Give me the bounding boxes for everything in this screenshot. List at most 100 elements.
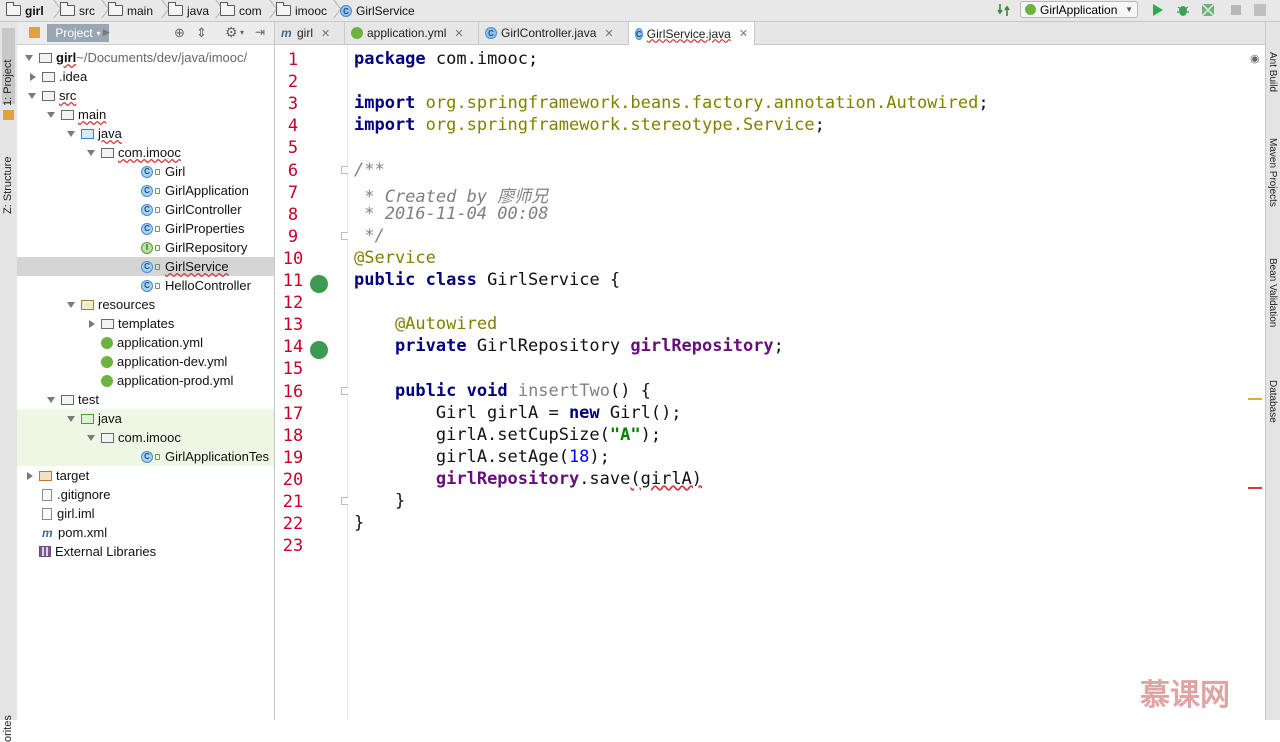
expand-down-icon[interactable] <box>28 92 36 99</box>
close-icon[interactable]: ✕ <box>739 27 748 40</box>
run-icon[interactable] <box>1150 2 1166 18</box>
expand-right-icon[interactable] <box>27 471 33 480</box>
stop-icon[interactable] <box>1228 2 1244 18</box>
code-line[interactable]: package com.imooc; <box>354 49 538 69</box>
breadcrumb-girlservice[interactable]: C GirlService <box>340 1 415 20</box>
tree-item[interactable]: application-prod.yml <box>17 371 274 390</box>
tree-item[interactable]: templates <box>17 314 274 333</box>
spring-autowired-icon[interactable] <box>310 341 328 359</box>
tab-girlcontroller[interactable]: C GirlController.java ✕ <box>479 22 629 44</box>
code-line[interactable]: private GirlRepository girlRepository; <box>354 336 784 356</box>
tree-item[interactable]: java <box>17 409 274 428</box>
run-configuration-select[interactable]: GirlApplication ▼ <box>1020 1 1138 18</box>
code-line[interactable]: import org.springframework.beans.factory… <box>354 93 989 113</box>
tab-girlservice[interactable]: C GirlService.java ✕ <box>629 22 755 45</box>
tree-item[interactable]: resources <box>17 295 274 314</box>
tree-item[interactable]: C GirlProperties <box>17 219 274 238</box>
code-line[interactable]: girlRepository.save(girlA) <box>354 469 702 489</box>
tree-item-label: target <box>56 468 90 483</box>
scroll-from-source-icon[interactable]: ⊕ <box>174 25 185 41</box>
tree-item-label: application-dev.yml <box>117 354 228 369</box>
expand-down-icon[interactable] <box>47 111 55 118</box>
spring-bean-icon[interactable] <box>310 275 328 293</box>
code-line[interactable]: @Autowired <box>354 314 497 334</box>
tree-item[interactable]: I GirlRepository <box>17 238 274 257</box>
tree-item[interactable]: main <box>17 105 274 124</box>
breadcrumb-imooc[interactable]: imooc <box>276 1 327 20</box>
expand-down-icon[interactable] <box>47 396 55 403</box>
tree-item[interactable]: application.yml <box>17 333 274 352</box>
tab-girl[interactable]: m girl ✕ <box>275 22 345 44</box>
code-line[interactable]: girlA.setCupSize("A"); <box>354 425 661 445</box>
code-line[interactable]: public void insertTwo() { <box>354 381 651 401</box>
tree-item[interactable]: .gitignore <box>17 485 274 504</box>
breadcrumb-com[interactable]: com <box>220 1 262 20</box>
tree-item[interactable]: C GirlApplication <box>17 181 274 200</box>
error-marker[interactable] <box>1248 487 1262 489</box>
coverage-icon[interactable] <box>1200 2 1216 18</box>
tree-item[interactable]: application-dev.yml <box>17 352 274 371</box>
chevron-right-icon[interactable]: ▶ <box>103 27 110 38</box>
tree-item-label: src <box>59 88 77 103</box>
expand-down-icon[interactable] <box>87 149 95 156</box>
build-icon[interactable] <box>996 2 1012 18</box>
tree-item-label: GirlController <box>165 202 242 217</box>
folder-icon <box>101 318 114 329</box>
tree-item[interactable]: C GirlService <box>17 257 274 276</box>
code-line[interactable]: girlA.setAge(18); <box>354 447 610 467</box>
tree-item[interactable]: com.imooc <box>17 428 274 447</box>
expand-down-icon[interactable] <box>87 434 95 441</box>
close-icon[interactable]: ✕ <box>604 27 613 40</box>
tree-item[interactable]: .idea <box>17 67 274 86</box>
expand-down-icon[interactable] <box>25 54 33 61</box>
tree-item[interactable]: test <box>17 390 274 409</box>
tree-item[interactable]: C GirlApplicationTes <box>17 447 274 466</box>
tree-item-label: pom.xml <box>58 525 108 540</box>
watermark-logo: 慕课网 <box>1140 679 1230 712</box>
code-line[interactable]: * 2016-11-04 00:08 <box>354 204 548 224</box>
code-line[interactable]: */ <box>354 226 384 246</box>
gear-icon[interactable]: ⚙ <box>225 24 238 41</box>
expand-right-icon[interactable] <box>30 72 36 81</box>
tree-item[interactable]: target <box>17 466 274 485</box>
tree-item[interactable]: C Girl <box>17 162 274 181</box>
code-line[interactable]: Girl girlA = new Girl(); <box>354 403 682 423</box>
close-icon[interactable]: ✕ <box>321 27 330 40</box>
tab-application-yml[interactable]: application.yml ✕ <box>345 22 479 44</box>
breadcrumb-java[interactable]: java <box>168 1 209 20</box>
warning-marker[interactable] <box>1248 398 1262 400</box>
expand-down-icon[interactable] <box>67 130 75 137</box>
gear-dropdown-icon[interactable]: ▾ <box>240 28 244 37</box>
tree-item[interactable]: src <box>17 86 274 105</box>
eye-icon[interactable]: ◉ <box>1250 52 1260 65</box>
more-icon[interactable] <box>1252 2 1268 18</box>
tree-item[interactable]: External Libraries <box>17 542 274 561</box>
code-line[interactable]: /** <box>354 160 385 180</box>
tree-item[interactable]: girl.iml <box>17 504 274 523</box>
tree-item[interactable]: m pom.xml <box>17 523 274 542</box>
hide-panel-icon[interactable]: ⇥ <box>255 25 265 39</box>
expand-down-icon[interactable] <box>67 415 75 422</box>
tree-item-label: com.imooc <box>118 145 181 160</box>
tree-item[interactable]: com.imooc <box>17 143 274 162</box>
tree-item-label: GirlProperties <box>165 221 245 236</box>
code-line[interactable]: public class GirlService { <box>354 270 620 290</box>
tree-item[interactable]: C HelloController <box>17 276 274 295</box>
expand-down-icon[interactable] <box>67 301 75 308</box>
collapse-all-icon[interactable]: ⇕ <box>196 25 207 41</box>
debug-icon[interactable] <box>1175 2 1191 18</box>
code-line[interactable]: @Service <box>354 248 436 268</box>
breadcrumb-src[interactable]: src <box>60 1 95 20</box>
project-view-selector[interactable]: Project ▾ <box>47 24 109 42</box>
expand-right-icon[interactable] <box>89 319 95 328</box>
breadcrumb-main[interactable]: main <box>108 1 153 20</box>
tree-item[interactable]: java <box>17 124 274 143</box>
code-line[interactable]: import org.springframework.stereotype.Se… <box>354 115 825 135</box>
code-editor[interactable]: package com.imooc; import org.springframe… <box>348 45 1265 720</box>
breadcrumb-girl[interactable]: girl <box>6 1 44 20</box>
tree-item[interactable]: girl ~/Documents/dev/java/imooc/ <box>17 48 274 67</box>
code-line[interactable]: } <box>354 513 364 533</box>
tree-item[interactable]: C GirlController <box>17 200 274 219</box>
close-icon[interactable]: ✕ <box>454 27 463 40</box>
code-line[interactable]: } <box>354 491 405 511</box>
